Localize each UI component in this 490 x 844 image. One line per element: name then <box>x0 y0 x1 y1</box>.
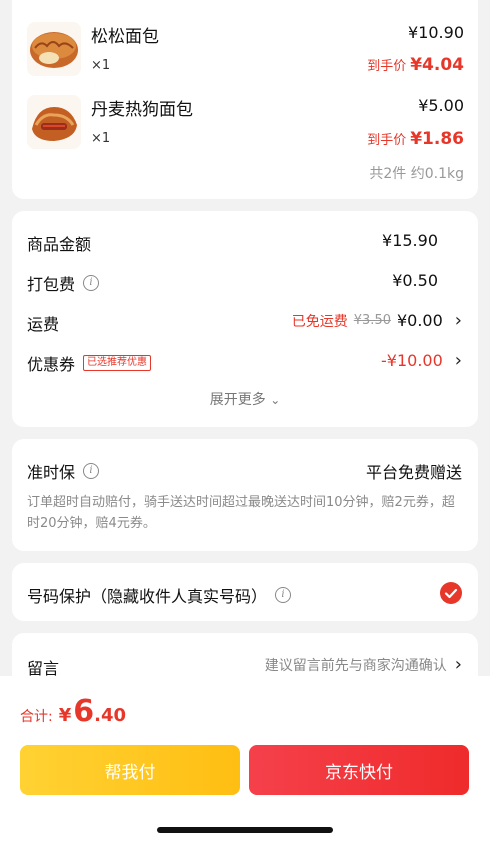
expand-more-button[interactable]: 展开更多 ⌄ <box>12 389 478 409</box>
total-row: 合计: ¥ 6 .40 <box>20 694 126 729</box>
hand-price-label: 到手价 <box>367 133 407 148</box>
note-hint: 建议留言前先与商家沟通确认 <box>264 657 447 674</box>
product-name: 丹麦热狗面包 <box>91 100 193 120</box>
info-icon[interactable]: i <box>83 275 100 291</box>
product-price: ¥10.90 <box>408 23 464 42</box>
chevron-right-icon: › <box>454 654 462 675</box>
coupon-row[interactable]: -¥10.00 › <box>381 350 462 371</box>
shipping-free-text: 已免运费 <box>291 313 348 330</box>
product-quantity: ×1 <box>91 131 111 146</box>
privacy-row: 号码保护（隐藏收件人真实号码） i <box>27 583 292 607</box>
shipping-value: ¥0.00 <box>396 311 443 330</box>
coupon-value: -¥10.00 <box>381 351 443 370</box>
total-label: 合计: <box>20 709 53 725</box>
shipping-label: 运费 <box>27 315 60 334</box>
coupon-label: 优惠券 <box>27 355 76 374</box>
privacy-label: 号码保护（隐藏收件人真实号码） <box>27 587 268 606</box>
pay-for-me-button[interactable]: 帮我付 <box>20 745 240 795</box>
product-image-songsong-bread[interactable] <box>27 22 81 76</box>
coupon-row-left: 优惠券 已选推荐优惠 <box>27 351 152 375</box>
products-card: 松松面包 ×1 ¥10.90 到手价 ¥4.04 丹麦热狗面包 ×1 ¥5.00 … <box>12 0 478 199</box>
product-name: 松松面包 <box>91 27 159 47</box>
product-price: ¥5.00 <box>418 96 464 115</box>
goods-amount-label: 商品金额 <box>27 235 92 254</box>
products-summary: 共2件 约0.1kg <box>369 166 464 182</box>
shipping-original-price: ¥3.50 <box>353 313 391 328</box>
product-hand-price: 到手价 ¥1.86 <box>367 129 464 149</box>
hand-price-value: ¥4.04 <box>410 55 464 75</box>
packing-fee-row[interactable]: 打包费 i <box>27 271 100 295</box>
pay-for-me-label: 帮我付 <box>104 762 156 783</box>
hand-price-value: ¥1.86 <box>410 129 464 149</box>
home-indicator <box>157 827 333 833</box>
hand-price-label: 到手价 <box>367 59 407 74</box>
chevron-right-icon: › <box>454 310 462 331</box>
total-currency: ¥ <box>58 705 72 726</box>
info-icon[interactable]: i <box>83 463 100 479</box>
packing-fee-value: ¥0.50 <box>392 271 438 290</box>
ontime-title: 准时保 <box>27 463 76 482</box>
product-image-danish-hotdog-bread[interactable] <box>27 95 81 149</box>
coupon-tag: 已选推荐优惠 <box>83 355 152 371</box>
jd-quick-pay-button[interactable]: 京东快付 <box>249 745 469 795</box>
jd-quick-pay-label: 京东快付 <box>325 762 393 783</box>
privacy-card: 号码保护（隐藏收件人真实号码） i <box>12 563 478 621</box>
ontime-card: 准时保 i 平台免费赠送 订单超时自动赔付，骑手送达时间超过最晚送达时间10分钟… <box>12 439 478 551</box>
checkmark-icon <box>444 588 458 599</box>
product-hand-price: 到手价 ¥4.04 <box>367 55 464 75</box>
ontime-description: 订单超时自动赔付，骑手送达时间超过最晚送达时间10分钟，赔2元券，超时20分钟，… <box>27 495 455 531</box>
info-icon[interactable]: i <box>275 587 292 603</box>
privacy-checkbox[interactable] <box>440 582 462 604</box>
fees-card: 商品金额 ¥15.90 打包费 i ¥0.50 运费 已免运费 ¥3.50 ¥0… <box>12 211 478 427</box>
product-quantity: ×1 <box>91 58 111 73</box>
note-hint-row[interactable]: 建议留言前先与商家沟通确认 › <box>265 654 462 675</box>
total-decimal: .40 <box>94 705 127 726</box>
goods-amount-value: ¥15.90 <box>382 231 438 250</box>
shipping-row[interactable]: 已免运费 ¥3.50 ¥0.00 › <box>292 310 462 331</box>
expand-more-label: 展开更多 <box>209 392 266 408</box>
chevron-right-icon: › <box>454 350 462 371</box>
total-integer: 6 <box>73 694 95 729</box>
ontime-title-row[interactable]: 准时保 i <box>27 459 100 483</box>
ontime-right-text: 平台免费赠送 <box>365 463 462 482</box>
packing-fee-label: 打包费 <box>27 275 76 294</box>
chevron-down-icon: ⌄ <box>270 393 281 407</box>
